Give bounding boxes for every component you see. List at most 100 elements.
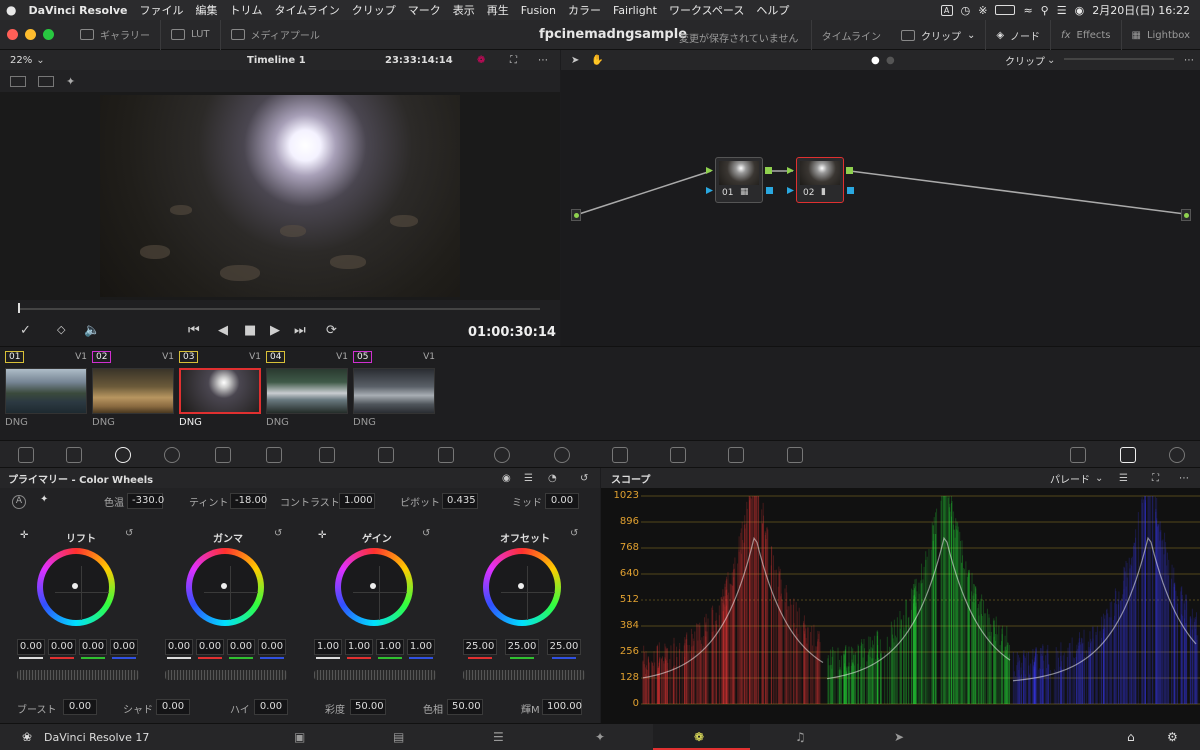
go-to-end-icon[interactable]: ⏭ [294,323,306,338]
lift-puck[interactable] [72,583,78,589]
offset-b-field[interactable]: 25.00 [547,639,581,655]
pivot-field[interactable]: 0.435 [442,493,478,509]
lut-button[interactable]: LUT [161,19,221,50]
gamma-wheel[interactable] [186,548,264,626]
camera-raw-icon[interactable] [18,447,34,463]
mid-detail-field[interactable]: 0.00 [545,493,579,509]
menu-view[interactable]: 表示 [447,2,481,18]
offset-r-field[interactable]: 25.00 [463,639,497,655]
node-02-output-port[interactable] [846,167,853,174]
gain-g-field[interactable]: 1.00 [376,639,404,655]
hand-icon[interactable]: ✋ [591,55,603,66]
clip-thumb-03[interactable]: 03 V1 DNG [179,351,261,437]
lift-g-field[interactable]: 0.00 [79,639,107,655]
curves-icon[interactable] [319,447,335,463]
rgb-mixer-icon[interactable] [215,447,231,463]
clip-thumb-04[interactable]: 04 V1 DNG [266,351,348,437]
scope-settings-icon[interactable]: ☰ [1119,473,1128,484]
menu-datetime[interactable]: 2月20日(日) 16:22 [1092,2,1190,18]
magic-mask-icon[interactable] [612,447,628,463]
info-icon[interactable] [1169,447,1185,463]
menu-help[interactable]: ヘルプ [750,2,795,18]
magic-wand-icon[interactable]: ✦ [66,75,75,88]
source-input-port[interactable] [571,209,581,221]
node-02[interactable]: 02 ▮ [796,157,844,203]
stop-icon[interactable]: ■ [244,323,256,338]
menu-app[interactable]: DaVinci Resolve [22,4,133,17]
gain-puck[interactable] [370,583,376,589]
gain-master-wheel[interactable] [314,670,436,680]
temp-field[interactable]: -330.0 [127,493,164,509]
reverse-play-icon[interactable]: ◀ [218,323,228,338]
shadow-field[interactable]: 0.00 [156,699,190,715]
settings-gear-icon[interactable]: ⚙ [1167,730,1178,744]
auto-balance-icon[interactable]: A [12,495,26,509]
gamma-master-wheel[interactable] [165,670,287,680]
fusion-page-icon[interactable]: ✦ [595,730,605,744]
output-port[interactable] [1181,209,1191,221]
gain-y-field[interactable]: 1.00 [314,639,342,655]
motion-effects-icon[interactable] [266,447,282,463]
sizing-icon[interactable] [787,447,803,463]
gamma-y-field[interactable]: 0.00 [165,639,193,655]
lightbox-button[interactable]: ▦ Lightbox [1122,20,1200,50]
single-viewer-icon[interactable] [10,75,26,87]
gamma-g-field[interactable]: 0.00 [227,639,255,655]
menu-clip[interactable]: クリップ [346,2,402,18]
split-viewer-icon[interactable] [38,75,54,87]
offset-master-wheel[interactable] [463,670,585,680]
keyframes-icon[interactable] [1070,447,1086,463]
control-center-icon[interactable]: ☰ [1057,4,1067,17]
window-icon[interactable] [494,447,510,463]
cut-page-icon[interactable]: ▤ [393,730,404,744]
node-mode-select[interactable]: クリップ [1005,53,1045,68]
picker-icon[interactable]: ✦ [40,494,48,505]
clip-button[interactable]: クリップ ⌄ [891,20,987,50]
saturation-field[interactable]: 50.00 [350,699,386,715]
eyedropper-icon[interactable]: ✓ [20,323,31,338]
offset-wheel[interactable] [483,548,561,626]
color-wheels-icon[interactable] [115,447,131,463]
offset-g-field[interactable]: 25.00 [505,639,539,655]
menu-workspace[interactable]: ワークスペース [663,2,750,18]
reset-icon[interactable]: ↺ [580,473,588,484]
deliver-page-icon[interactable]: ➤ [894,730,904,744]
gallery-button[interactable]: ギャラリー [70,19,161,50]
gamma-r-field[interactable]: 0.00 [196,639,224,655]
more-options-icon[interactable]: ⋯ [1179,473,1189,484]
bluetooth-icon[interactable]: ※ [978,4,987,17]
lift-b-field[interactable]: 0.00 [110,639,138,655]
menu-edit[interactable]: 編集 [190,2,224,18]
tracker-icon[interactable] [554,447,570,463]
loop-icon[interactable]: ⟳ [326,323,337,338]
menu-fusion[interactable]: Fusion [515,4,562,17]
node-01-output-port[interactable] [765,167,772,174]
hue-field[interactable]: 50.00 [447,699,483,715]
apple-icon[interactable]: ● [0,3,22,17]
scopes-icon[interactable] [1120,447,1136,463]
clip-thumb-01[interactable]: 01 V1 DNG [5,351,87,437]
contrast-field[interactable]: 1.000 [339,493,375,509]
layers-icon[interactable]: ◇ [57,323,65,336]
time-machine-icon[interactable]: ◷ [961,4,971,17]
pointer-icon[interactable]: ➤ [571,55,579,66]
menu-trim[interactable]: トリム [224,2,269,18]
reset-icon[interactable]: ↺ [274,528,282,539]
media-page-icon[interactable]: ▣ [294,730,305,744]
fullscreen-icon[interactable]: ⛶ [510,55,517,66]
reset-icon[interactable]: ↺ [422,528,430,539]
page-dot-active[interactable]: ● [871,55,880,66]
zoom-window-button[interactable] [43,29,54,40]
go-to-start-icon[interactable]: ⏮ [188,323,200,338]
menu-file[interactable]: ファイル [134,2,190,18]
node-button[interactable]: ◈ ノード [986,20,1052,50]
reset-icon[interactable]: ↺ [570,528,578,539]
node-01[interactable]: 01 ▦ [715,157,763,203]
fullscreen-icon[interactable]: ⛶ [1152,473,1159,484]
viewer-scrubber[interactable] [0,300,560,320]
viewer[interactable] [0,92,560,300]
siri-icon[interactable]: ◉ [1075,4,1085,17]
minimize-window-button[interactable] [25,29,36,40]
color-warper-icon[interactable] [378,447,394,463]
reset-icon[interactable]: ↺ [125,528,133,539]
